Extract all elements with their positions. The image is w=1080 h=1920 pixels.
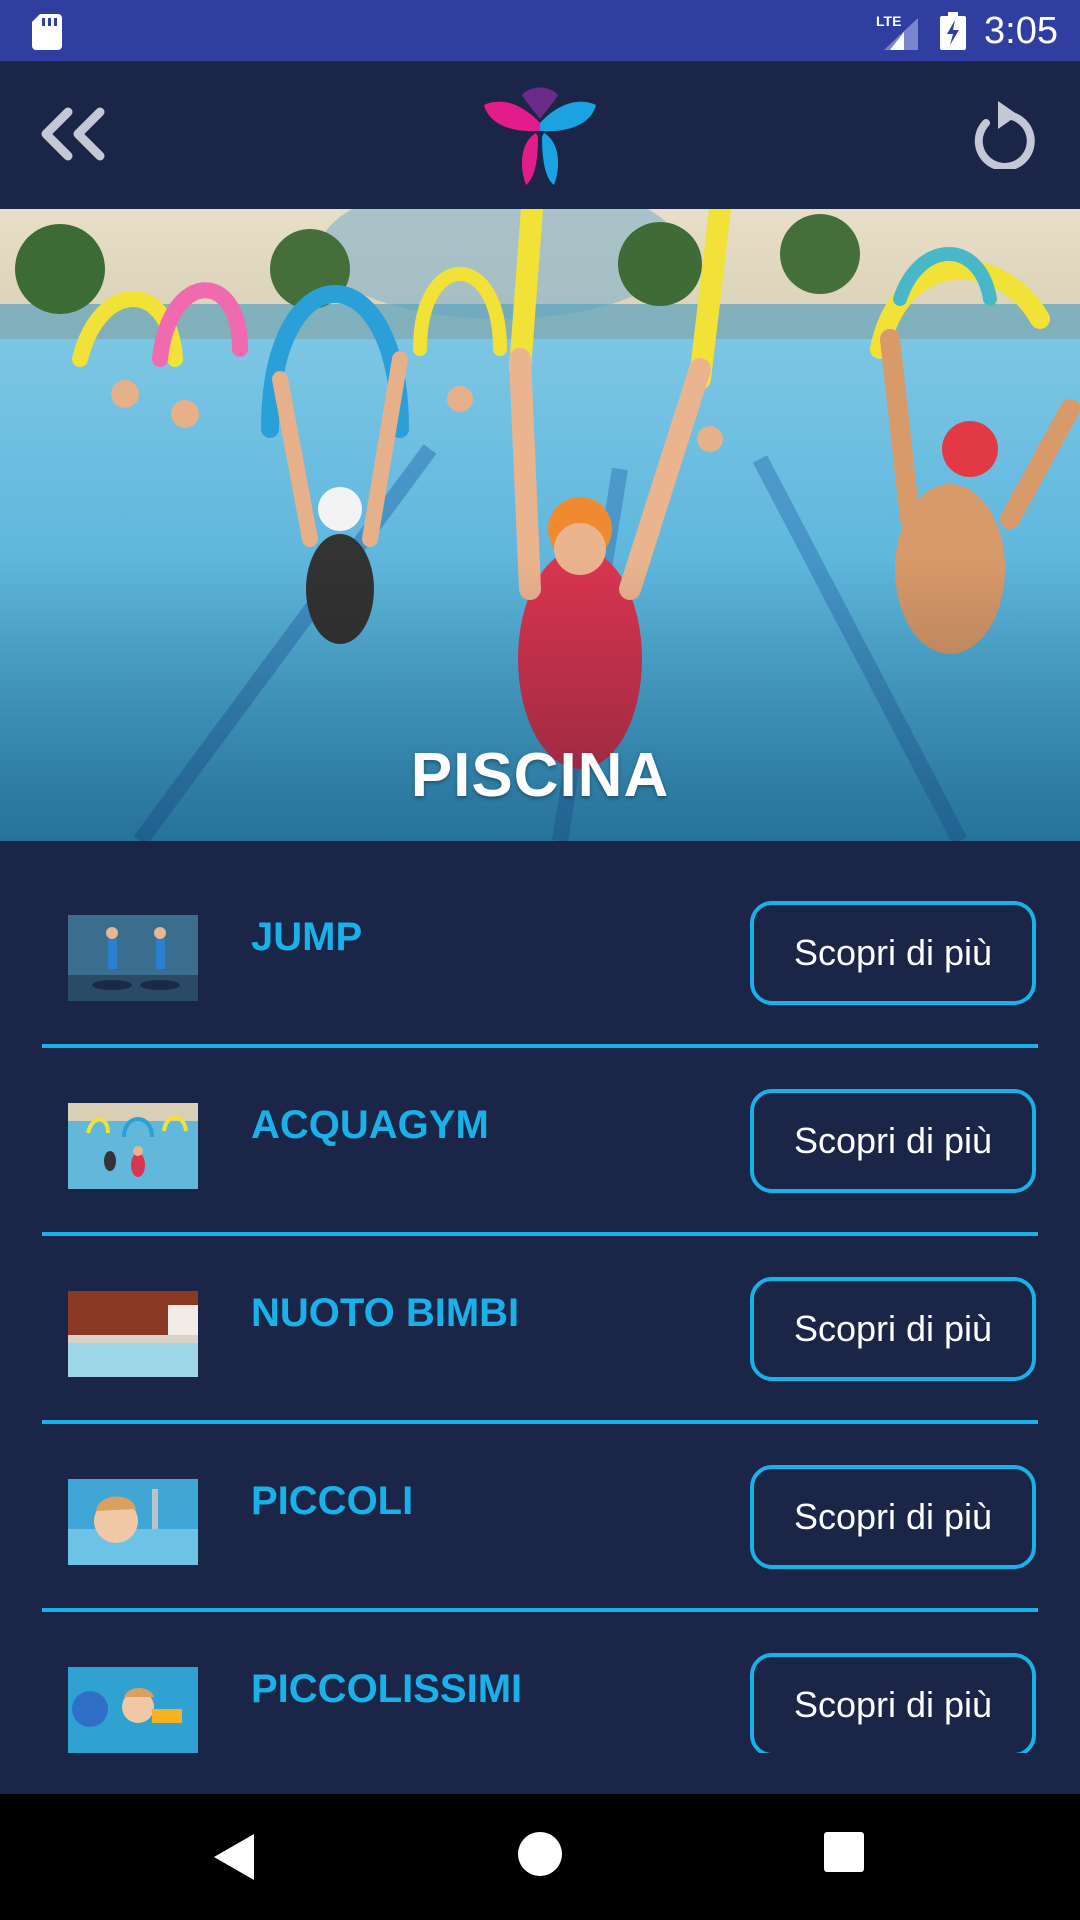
refresh-icon[interactable] [972, 99, 1038, 169]
list-item-title: ACQUAGYM [251, 1103, 489, 1147]
list-item-piccoli: PICCOLI Scopri di più [0, 1405, 1080, 1593]
list-item-nuoto-bimbi: NUOTO BIMBI Scopri di più [0, 1217, 1080, 1405]
nav-recent-apps-icon[interactable] [824, 1832, 864, 1872]
list-item-title: PICCOLISSIMI [251, 1667, 523, 1711]
list-item-title: PICCOLI [251, 1479, 414, 1523]
sd-card-icon [32, 14, 62, 50]
piccoli-thumbnail [68, 1479, 198, 1565]
list-item-title: JUMP [251, 915, 363, 959]
lte-label: LTE [876, 13, 901, 29]
scopri-di-piu-button[interactable]: Scopri di più [750, 1465, 1036, 1569]
status-clock: 3:05 [984, 10, 1058, 52]
app-header [0, 61, 1080, 209]
scopri-di-piu-button[interactable]: Scopri di più [750, 1089, 1036, 1193]
page-title: PISCINA [410, 741, 670, 810]
list-item-acquagym: ACQUAGYM Scopri di più [0, 1029, 1080, 1217]
list-item-jump: JUMP Scopri di più [0, 841, 1080, 1029]
list-item-piccolissimi: PICCOLISSIMI Scopri di più [0, 1593, 1080, 1753]
jump-thumbnail [68, 915, 198, 1001]
acquagym-thumbnail [68, 1103, 198, 1189]
double-chevron-left-icon[interactable] [38, 106, 108, 162]
scopri-di-piu-button[interactable]: Scopri di più [750, 901, 1036, 1005]
activity-list: JUMP Scopri di più ACQUAGYM Scopri di pi… [0, 841, 1080, 1753]
scopri-di-piu-button[interactable]: Scopri di più [750, 1653, 1036, 1753]
list-item-title: NUOTO BIMBI [251, 1291, 520, 1335]
app-logo [484, 87, 596, 185]
lte-signal-icon: LTE [876, 13, 918, 50]
system-navigation-bar [0, 1794, 1080, 1920]
scopri-di-piu-button[interactable]: Scopri di più [750, 1277, 1036, 1381]
battery-charging-icon [940, 12, 966, 50]
status-bar: LTE 3:05 [0, 0, 1080, 61]
nuoto-bimbi-thumbnail [68, 1291, 198, 1377]
nav-home-icon[interactable] [518, 1832, 562, 1876]
piccolissimi-thumbnail [68, 1667, 198, 1753]
nav-back-icon[interactable] [212, 1832, 256, 1882]
